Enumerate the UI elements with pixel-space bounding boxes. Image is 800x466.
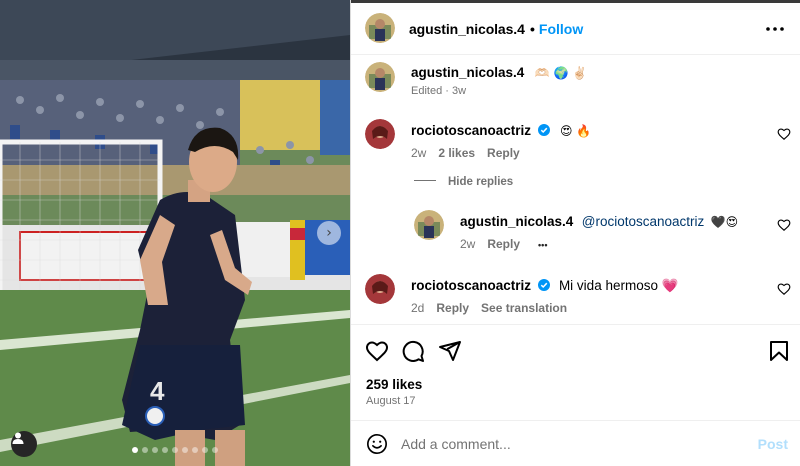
carousel-dot (172, 447, 178, 453)
heart-icon[interactable] (777, 218, 791, 232)
share-icon[interactable] (438, 339, 462, 363)
commenter-avatar[interactable] (365, 119, 395, 149)
more-horizontal-icon (766, 27, 784, 31)
post-photo[interactable]: 4 › (0, 0, 350, 466)
caption-username[interactable]: agustin_nicolas.4 (411, 65, 524, 80)
carousel-dot (192, 447, 198, 453)
comment-likes[interactable]: 2 likes (438, 146, 475, 160)
reply-mention[interactable]: @rociotoscanoactriz (582, 214, 705, 229)
bookmark-icon[interactable] (767, 339, 791, 363)
post-sidebar: agustin_nicolas.4 • Follow agustin_nicola… (350, 0, 800, 466)
carousel-dot (132, 447, 138, 453)
comment-input[interactable] (401, 431, 741, 457)
comment-username[interactable]: rociotoscanoactriz (411, 123, 531, 138)
caption-meta: Edited · 3w (411, 85, 467, 97)
caption: agustin_nicolas.4 🫶🏻 🌍 ✌🏻 Edited · 3w (351, 62, 800, 102)
emoji-icon[interactable] (366, 433, 388, 455)
comment-username[interactable]: rociotoscanoactriz (411, 278, 531, 293)
reply-button[interactable]: Reply (487, 237, 520, 251)
hide-replies-button[interactable]: Hide replies (414, 176, 513, 188)
comment-time: 2d (411, 301, 425, 315)
separator-dot: • (530, 21, 535, 37)
verified-badge-icon (538, 279, 551, 291)
author-avatar[interactable] (365, 13, 395, 43)
comment-text: 😍 🔥 (559, 124, 592, 138)
caption-avatar[interactable] (365, 62, 395, 92)
likes-count[interactable]: 259 likes (366, 377, 422, 392)
tagged-users-button[interactable] (11, 431, 37, 457)
follow-label: Follow (538, 21, 584, 37)
hide-replies-label: Hide replies (448, 176, 514, 188)
carousel-next-button[interactable]: › (317, 221, 341, 245)
caption-text: 🫶🏻 🌍 ✌🏻 (534, 66, 588, 80)
verified-badge-icon (538, 124, 551, 136)
post-header: agustin_nicolas.4 • Follow (351, 3, 800, 55)
author-username[interactable]: agustin_nicolas.4 (409, 21, 525, 37)
carousel-dot (202, 447, 208, 453)
heart-icon[interactable] (365, 339, 389, 363)
comment-icon[interactable] (401, 339, 425, 363)
comment-meta: 2w 2 likes Reply (411, 146, 520, 160)
chevron-right-icon: › (326, 225, 332, 241)
reply-time: 2w (460, 237, 476, 251)
comment-item: rociotoscanoactriz 😍 🔥 2w 2 likes Reply (351, 119, 800, 164)
post-actions: 259 likes August 17 (351, 324, 800, 419)
svg-text:4: 4 (150, 376, 165, 406)
carousel-dot (162, 447, 168, 453)
reply-button[interactable]: Reply (436, 301, 469, 315)
reply-avatar[interactable] (414, 210, 444, 240)
reply-button[interactable]: Reply (487, 146, 520, 160)
carousel-dot (152, 447, 158, 453)
reply-more-button[interactable]: ••• (538, 240, 547, 250)
more-options-button[interactable] (763, 17, 787, 41)
comment-item: rociotoscanoactriz Mi vida hermoso 💗 2d R… (351, 274, 800, 319)
post-image: 4 (0, 0, 350, 466)
heart-icon[interactable] (777, 127, 791, 141)
heart-icon[interactable] (777, 282, 791, 296)
comment-text: Mi vida hermoso 💗 (558, 278, 679, 293)
reply-username[interactable]: agustin_nicolas.4 (460, 214, 573, 229)
divider-line (414, 180, 436, 181)
reply-text: 🖤😍 (710, 215, 739, 229)
comment-meta: 2d Reply See translation (411, 301, 567, 315)
post-date[interactable]: August 17 (366, 395, 416, 407)
commenter-avatar[interactable] (365, 274, 395, 304)
add-comment-bar: Post (351, 420, 800, 466)
user-icon (12, 432, 24, 444)
comment-time: 2w (411, 146, 427, 160)
reply-item: agustin_nicolas.4 @rociotoscanoactriz 🖤😍… (351, 210, 800, 255)
carousel-dot (212, 447, 218, 453)
follow-button[interactable]: • Follow (526, 21, 583, 37)
carousel-dot (182, 447, 188, 453)
carousel-dot (142, 447, 148, 453)
see-translation-button[interactable]: See translation (481, 301, 567, 315)
post-comment-button[interactable]: Post (758, 436, 788, 452)
reply-meta: 2w Reply ••• (460, 237, 547, 251)
carousel-indicator (0, 447, 350, 453)
